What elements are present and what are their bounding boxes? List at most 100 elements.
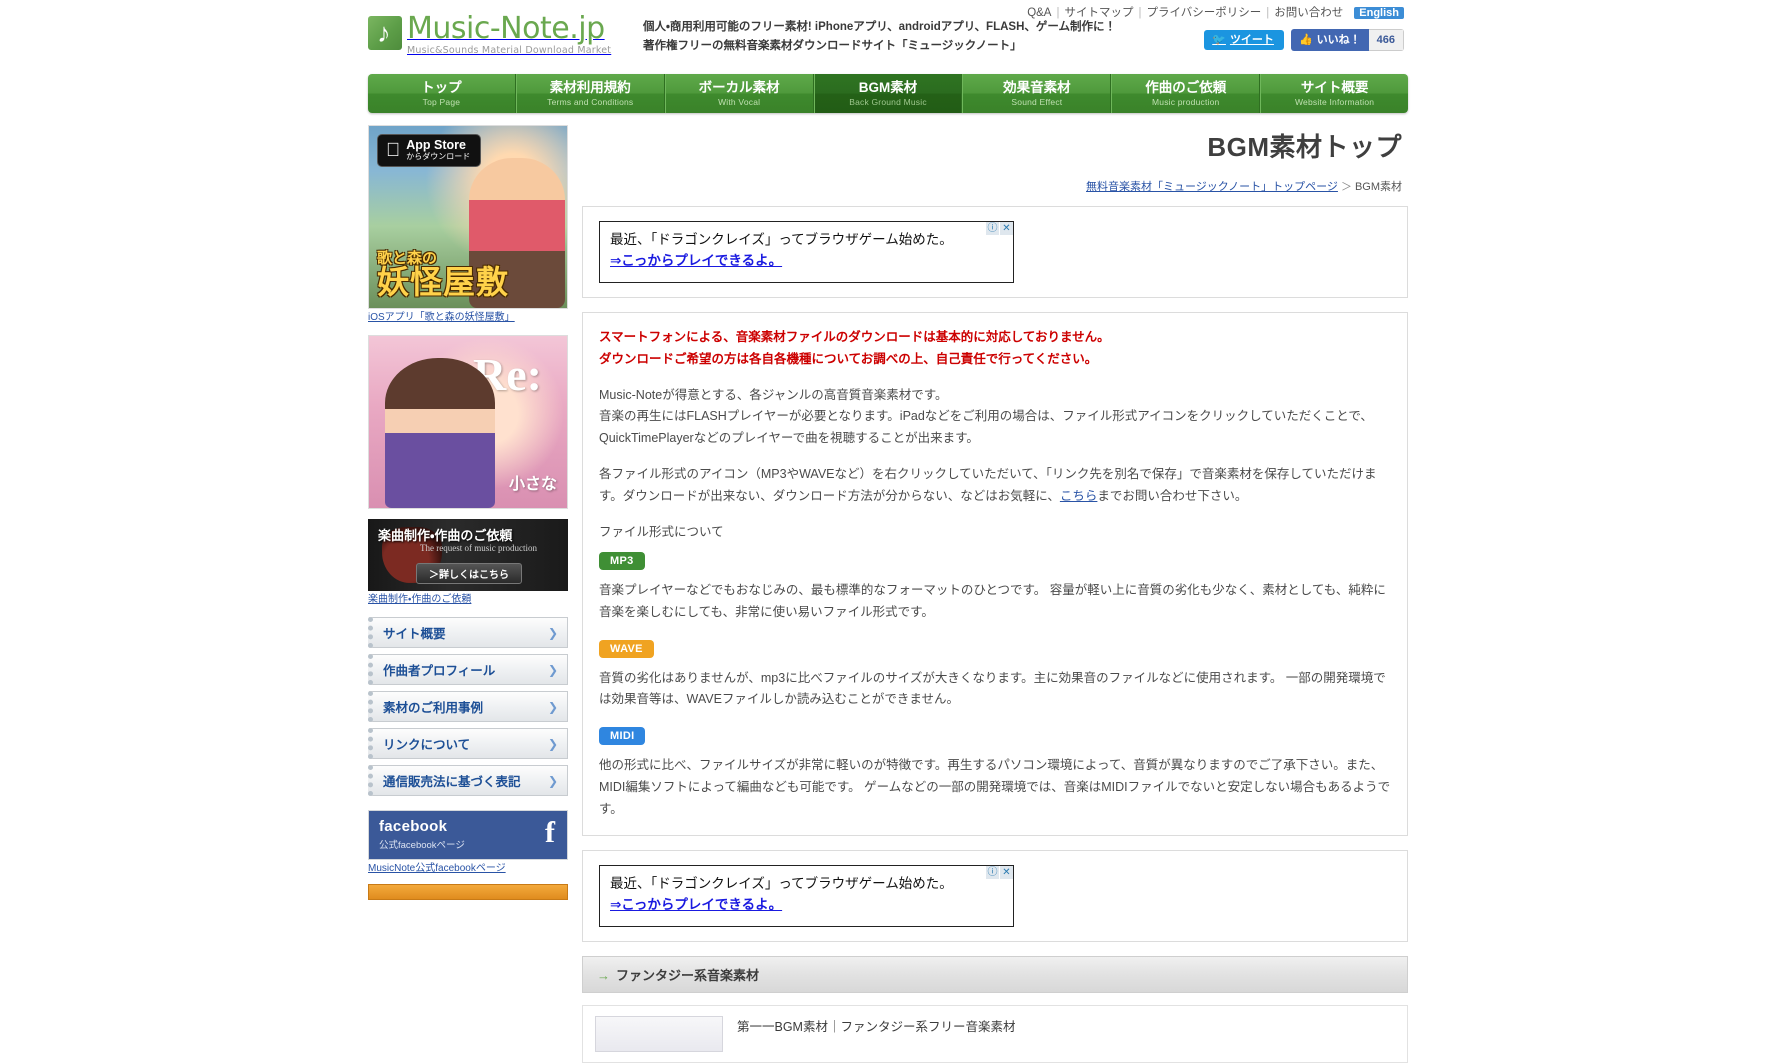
ad-close-icon[interactable]: ✕ bbox=[1000, 865, 1013, 879]
logo-subtitle: Music&Sounds Material Download Market bbox=[407, 45, 612, 56]
sidebar-item-label: 素材のご利用事例 bbox=[383, 701, 484, 715]
ad-close-icon[interactable]: ✕ bbox=[1000, 222, 1013, 235]
nav-item-music-production[interactable]: 作曲のご依頼 Music production bbox=[1111, 74, 1261, 113]
nav-label-en: Terms and Conditions bbox=[547, 97, 634, 107]
contact-link[interactable]: こちら bbox=[1060, 489, 1098, 503]
sidebar-banner-yokai-caption[interactable]: iOSアプリ「歌と森の妖怪屋敷」 bbox=[368, 311, 568, 325]
page-title: BGM素材トップ bbox=[1207, 132, 1402, 162]
sidebar-item-site-overview[interactable]: サイト概要 ❯ bbox=[368, 617, 568, 648]
nav-item-sound-effect[interactable]: 効果音素材 Sound Effect bbox=[962, 74, 1112, 113]
sidebar-item-label: リンクについて bbox=[383, 738, 471, 752]
sidebar:  App Store からダウンロード 歌と森の 妖怪屋敷 iOSアプリ「歌と… bbox=[368, 125, 568, 900]
nav-label-en: Sound Effect bbox=[1011, 97, 1063, 107]
tagline-line-1: 個人・商用利用可能のフリー素材! iPhoneアプリ、androidアプリ、FL… bbox=[643, 21, 1117, 33]
utility-link-privacy[interactable]: プライバシーポリシー bbox=[1141, 7, 1266, 19]
format-description-midi: 他の形式に比べ、ファイルサイズが非常に軽いのが特徴です。再生するパソコン環境によ… bbox=[599, 758, 1391, 817]
nav-label-ja: サイト概要 bbox=[1300, 80, 1369, 95]
chevron-right-icon: ❯ bbox=[547, 625, 558, 640]
site-tagline: 個人・商用利用可能のフリー素材! iPhoneアプリ、androidアプリ、FL… bbox=[643, 18, 1116, 56]
nav-item-terms[interactable]: 素材利用規約 Terms and Conditions bbox=[515, 74, 665, 113]
formats-heading: ファイル形式について bbox=[599, 524, 724, 539]
sidebar-item-composer-profile[interactable]: 作曲者プロフィール ❯ bbox=[368, 654, 568, 685]
utility-link-sitemap[interactable]: サイトマップ bbox=[1059, 7, 1138, 19]
format-description-wave: 音質の劣化はありませんが、mp3に比べファイルのサイズが大きくなります。主に効果… bbox=[599, 670, 1386, 707]
format-block-midi: MIDI 他の形式に比べ、ファイルサイズが非常に軽いのが特徴です。再生するパソコ… bbox=[599, 725, 1391, 821]
ad-cta-link[interactable]: ⇒こっからプレイできるよ。 bbox=[610, 897, 782, 912]
page-root: Music-Note.jp Music&Sounds Material Down… bbox=[0, 0, 1776, 1063]
arrow-right-icon: → bbox=[597, 967, 610, 983]
breadcrumb-home-link[interactable]: 無料音楽素材「ミュージックノート」トップページ bbox=[1086, 181, 1338, 193]
facebook-like-widget[interactable]: 👍 いいね！ 466 bbox=[1290, 29, 1404, 51]
format-tag-midi: MIDI bbox=[599, 727, 646, 746]
tweet-button[interactable]: 🐦 ツイート bbox=[1204, 30, 1284, 50]
facebook-like-button[interactable]: 👍 いいね！ bbox=[1290, 29, 1369, 51]
nav-item-top[interactable]: トップ Top Page bbox=[368, 74, 516, 113]
nav-label-ja: トップ bbox=[421, 80, 462, 95]
warning-message: スマートフォンによる、音楽素材ファイルのダウンロードは基本的に対応しておりません… bbox=[599, 327, 1391, 371]
sidebar-banner-yokai[interactable]:  App Store からダウンロード 歌と森の 妖怪屋敷 bbox=[368, 125, 568, 309]
facebook-page-caption[interactable]: MusicNote公式facebookページ bbox=[368, 860, 568, 876]
facebook-like-label: いいね！ bbox=[1316, 34, 1361, 46]
ad-cta-link[interactable]: ⇒こっからプレイできるよ。 bbox=[610, 253, 782, 268]
nav-label-ja: BGM素材 bbox=[858, 80, 918, 95]
main-content: BGM素材トップ 無料音楽素材「ミュージックノート」トップページ＞ BGM素材 ⓘ… bbox=[582, 125, 1408, 1063]
nav-label-ja: 効果音素材 bbox=[1003, 80, 1071, 95]
sidebar-item-usage-examples[interactable]: 素材のご利用事例 ❯ bbox=[368, 691, 568, 722]
ad-info-icon[interactable]: ⓘ bbox=[986, 222, 999, 235]
sidebar-item-label: 作曲者プロフィール bbox=[383, 664, 496, 678]
nav-item-vocal[interactable]: ボーカル素材 With Vocal bbox=[664, 74, 814, 113]
info-panel: スマートフォンによる、音楽素材ファイルのダウンロードは基本的に対応しておりません… bbox=[582, 311, 1408, 836]
facebook-f-icon: f bbox=[545, 816, 555, 849]
chevron-right-icon: ❯ bbox=[547, 662, 558, 677]
order-banner-subtitle: The request of music production bbox=[420, 543, 537, 553]
nav-label-en: Top Page bbox=[422, 97, 461, 107]
main-nav: トップ Top Page 素材利用規約 Terms and Conditions… bbox=[368, 74, 1408, 113]
utility-link-qa[interactable]: Q&A bbox=[1022, 7, 1056, 19]
intro-line-2: 音楽の再生にはFLASHプレイヤーが必要となります。iPadなどをご利用の場合は… bbox=[599, 409, 1373, 424]
facebook-box-header: facebook 公式facebookページ f bbox=[369, 811, 567, 859]
site-logo[interactable]: Music-Note.jp Music&Sounds Material Down… bbox=[368, 14, 611, 56]
utility-link-contact[interactable]: お問い合わせ bbox=[1269, 7, 1348, 19]
nav-label-en: Website Information bbox=[1294, 97, 1375, 107]
breadcrumb-separator: ＞ bbox=[1340, 181, 1352, 193]
warning-line-2: ダウンロードご希望の方は各自各機種についてお調べの上、自己責任で行ってください。 bbox=[599, 351, 1098, 366]
ad-controls-top: ⓘ ✕ bbox=[986, 222, 1013, 235]
ad-unit-top[interactable]: ⓘ ✕ 最近、「ドラゴンクレイズ」ってブラウザゲーム始めた。 ⇒こっからプレイで… bbox=[599, 221, 1014, 283]
facebook-box-subtitle: 公式facebookページ bbox=[379, 840, 465, 851]
order-banner-button[interactable]: ＞詳しくはこちら bbox=[416, 563, 522, 584]
breadcrumb-current: BGM素材 bbox=[1354, 181, 1402, 193]
track-list-item[interactable]: 第一一BGM素材｜ファンタジー系フリー音楽素材 bbox=[582, 1004, 1408, 1063]
ad-controls-bottom: ⓘ ✕ bbox=[986, 865, 1013, 879]
breadcrumb: 無料音楽素材「ミュージックノート」トップページ＞ BGM素材 bbox=[582, 178, 1402, 194]
section-header-fantasy: → ファンタジー系音楽素材 bbox=[582, 955, 1408, 993]
order-banner-art: 楽曲制作・作曲のご依頼 The request of music product… bbox=[368, 519, 568, 591]
thumbs-up-icon: 👍 bbox=[1298, 34, 1313, 46]
chevron-right-icon: ❯ bbox=[547, 736, 558, 751]
format-tag-wave: WAVE bbox=[599, 639, 654, 658]
english-language-button[interactable]: English bbox=[1354, 7, 1404, 19]
ad-info-icon[interactable]: ⓘ bbox=[986, 865, 999, 879]
order-banner-title: 楽曲制作・作曲のご依頼 bbox=[378, 528, 513, 543]
yokai-title-line2: 妖怪屋敷 bbox=[377, 264, 510, 301]
sidebar-banner-re[interactable]: 小さな bbox=[368, 335, 568, 509]
nav-item-website-info[interactable]: サイト概要 Website Information bbox=[1260, 74, 1408, 113]
format-description-mp3: 音楽プレイヤーなどでもおなじみの、最も標準的なフォーマットのひとつです。 容量が… bbox=[599, 582, 1386, 619]
sidebar-banner-order[interactable]: 楽曲制作・作曲のご依頼 The request of music product… bbox=[368, 509, 568, 591]
ad-unit-bottom[interactable]: ⓘ ✕ 最近、「ドラゴンクレイズ」ってブラウザゲーム始めた。 ⇒こっからプレイで… bbox=[599, 864, 1014, 927]
facebook-page-box[interactable]: facebook 公式facebookページ f bbox=[368, 810, 568, 860]
download-note-part1: 各ファイル形式のアイコン（MP3やWAVEなど）を右クリックしていただいて、「リ… bbox=[599, 467, 1377, 504]
warning-line-1: スマートフォンによる、音楽素材ファイルのダウンロードは基本的に対応しておりません… bbox=[599, 329, 1110, 344]
format-block-mp3: MP3 音楽プレイヤーなどでもおなじみの、最も標準的なフォーマットのひとつです。… bbox=[599, 550, 1391, 624]
appstore-label-line2: からダウンロード bbox=[392, 152, 470, 161]
sidebar-bottom-banner[interactable] bbox=[368, 884, 568, 900]
tweet-button-label: ツイート bbox=[1229, 34, 1274, 46]
nav-item-bgm[interactable]: BGM素材 Back Ground Music bbox=[813, 74, 963, 113]
sidebar-item-legal-notice[interactable]: 通信販売法に基づく表記 ❯ bbox=[368, 765, 568, 796]
track-player-thumbnail[interactable] bbox=[595, 1015, 723, 1052]
nav-label-en: With Vocal bbox=[718, 97, 761, 107]
facebook-box-title: facebook bbox=[379, 818, 448, 835]
content-container:  App Store からダウンロード 歌と森の 妖怪屋敷 iOSアプリ「歌と… bbox=[358, 125, 1418, 1063]
sidebar-banner-order-caption[interactable]: 楽曲制作・作曲のご依頼 bbox=[368, 593, 568, 607]
sidebar-item-about-links[interactable]: リンクについて ❯ bbox=[368, 728, 568, 759]
ad-panel-top: ⓘ ✕ 最近、「ドラゴンクレイズ」ってブラウザゲーム始めた。 ⇒こっからプレイで… bbox=[582, 206, 1408, 298]
